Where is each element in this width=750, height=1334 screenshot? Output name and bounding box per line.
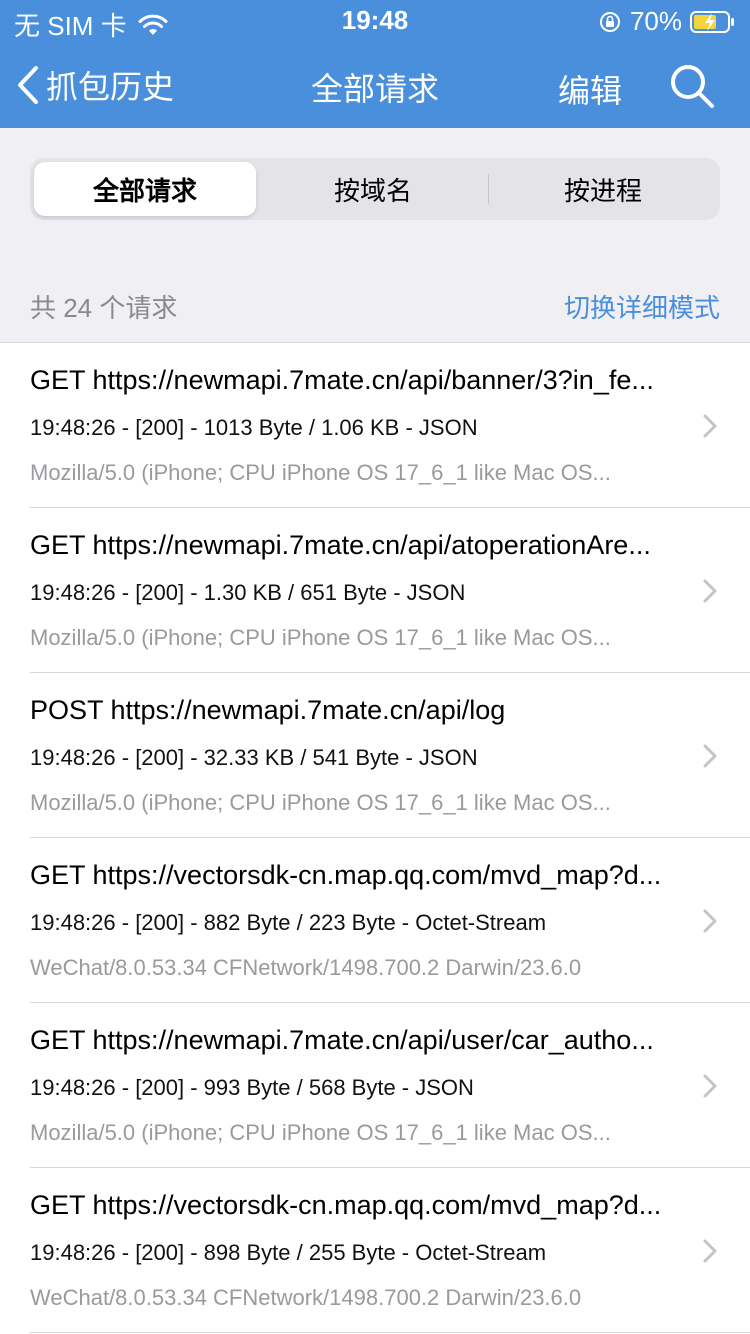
header: 无 SIM 卡 19:48 70% 抓包历史 全部请求 编辑 [0, 0, 750, 128]
request-user-agent: Mozilla/5.0 (iPhone; CPU iPhone OS 17_6_… [30, 790, 611, 815]
request-meta: 19:48:26 - [200] - 898 Byte / 255 Byte -… [30, 1240, 547, 1265]
segment-all-requests[interactable]: 全部请求 [34, 162, 256, 216]
chevron-right-icon [703, 1239, 717, 1263]
request-row[interactable]: GET https://newmapi.7mate.cn/api/user/ca… [0, 1003, 750, 1168]
request-row[interactable]: GET https://vectorsdk-cn.map.qq.com/mvd_… [0, 838, 750, 1003]
segment-by-process[interactable]: 按进程 [490, 162, 716, 216]
request-url: GET https://newmapi.7mate.cn/api/banner/… [30, 365, 654, 395]
request-meta: 19:48:26 - [200] - 32.33 KB / 541 Byte -… [30, 745, 478, 770]
search-icon[interactable] [668, 62, 716, 110]
request-meta: 19:48:26 - [200] - 1.30 KB / 651 Byte - … [30, 580, 466, 605]
chevron-right-icon [703, 744, 717, 768]
request-meta: 19:48:26 - [200] - 993 Byte / 568 Byte -… [30, 1075, 474, 1100]
segment-divider [488, 174, 489, 204]
nav-bar: 抓包历史 全部请求 编辑 [0, 40, 750, 128]
orientation-lock-icon [599, 11, 620, 32]
request-row[interactable]: GET https://newmapi.7mate.cn/api/atopera… [0, 508, 750, 673]
chevron-left-icon [18, 66, 38, 104]
request-row[interactable]: GET https://vectorsdk-cn.map.qq.com/mvd_… [0, 1168, 750, 1333]
status-right: 70% [598, 6, 736, 37]
request-meta: 19:48:26 - [200] - 882 Byte / 223 Byte -… [30, 910, 547, 935]
back-button[interactable]: 抓包历史 [14, 62, 174, 108]
request-list: GET https://newmapi.7mate.cn/api/banner/… [0, 343, 750, 1334]
segment-by-domain[interactable]: 按域名 [260, 162, 486, 216]
edit-button[interactable]: 编辑 [558, 66, 622, 112]
request-user-agent: Mozilla/5.0 (iPhone; CPU iPhone OS 17_6_… [30, 460, 611, 485]
request-user-agent: Mozilla/5.0 (iPhone; CPU iPhone OS 17_6_… [30, 1120, 611, 1145]
filter-area: 全部请求 按域名 按进程 共 24 个请求 切换详细模式 [0, 128, 750, 342]
request-url: GET https://newmapi.7mate.cn/api/atopera… [30, 530, 651, 560]
chevron-right-icon [703, 579, 717, 603]
request-meta: 19:48:26 - [200] - 1013 Byte / 1.06 KB -… [30, 415, 478, 440]
request-user-agent: Mozilla/5.0 (iPhone; CPU iPhone OS 17_6_… [30, 625, 611, 650]
request-url: GET https://vectorsdk-cn.map.qq.com/mvd_… [30, 1190, 662, 1220]
request-count-label: 共 24 个请求 [30, 293, 178, 323]
battery-percent: 70% [629, 6, 682, 36]
request-url: GET https://newmapi.7mate.cn/api/user/ca… [30, 1025, 654, 1055]
row-divider [30, 1332, 750, 1333]
request-url: GET https://vectorsdk-cn.map.qq.com/mvd_… [30, 860, 662, 890]
request-user-agent: WeChat/8.0.53.34 CFNetwork/1498.700.2 Da… [30, 955, 582, 980]
chevron-right-icon [703, 909, 717, 933]
back-label: 抓包历史 [46, 69, 175, 105]
chevron-right-icon [703, 1074, 717, 1098]
request-row[interactable]: POST https://newmapi.7mate.cn/api/log 19:… [0, 673, 750, 838]
segmented-control: 全部请求 按域名 按进程 [30, 158, 720, 220]
battery-charging-icon [690, 10, 734, 33]
request-user-agent: WeChat/8.0.53.34 CFNetwork/1498.700.2 Da… [30, 1285, 582, 1310]
status-bar: 无 SIM 卡 19:48 70% [0, 0, 750, 41]
switch-detail-mode-button[interactable]: 切换详细模式 [564, 288, 720, 325]
request-url: POST https://newmapi.7mate.cn/api/log [30, 695, 506, 725]
chevron-right-icon [703, 414, 717, 438]
request-row[interactable]: GET https://newmapi.7mate.cn/api/banner/… [0, 343, 750, 508]
